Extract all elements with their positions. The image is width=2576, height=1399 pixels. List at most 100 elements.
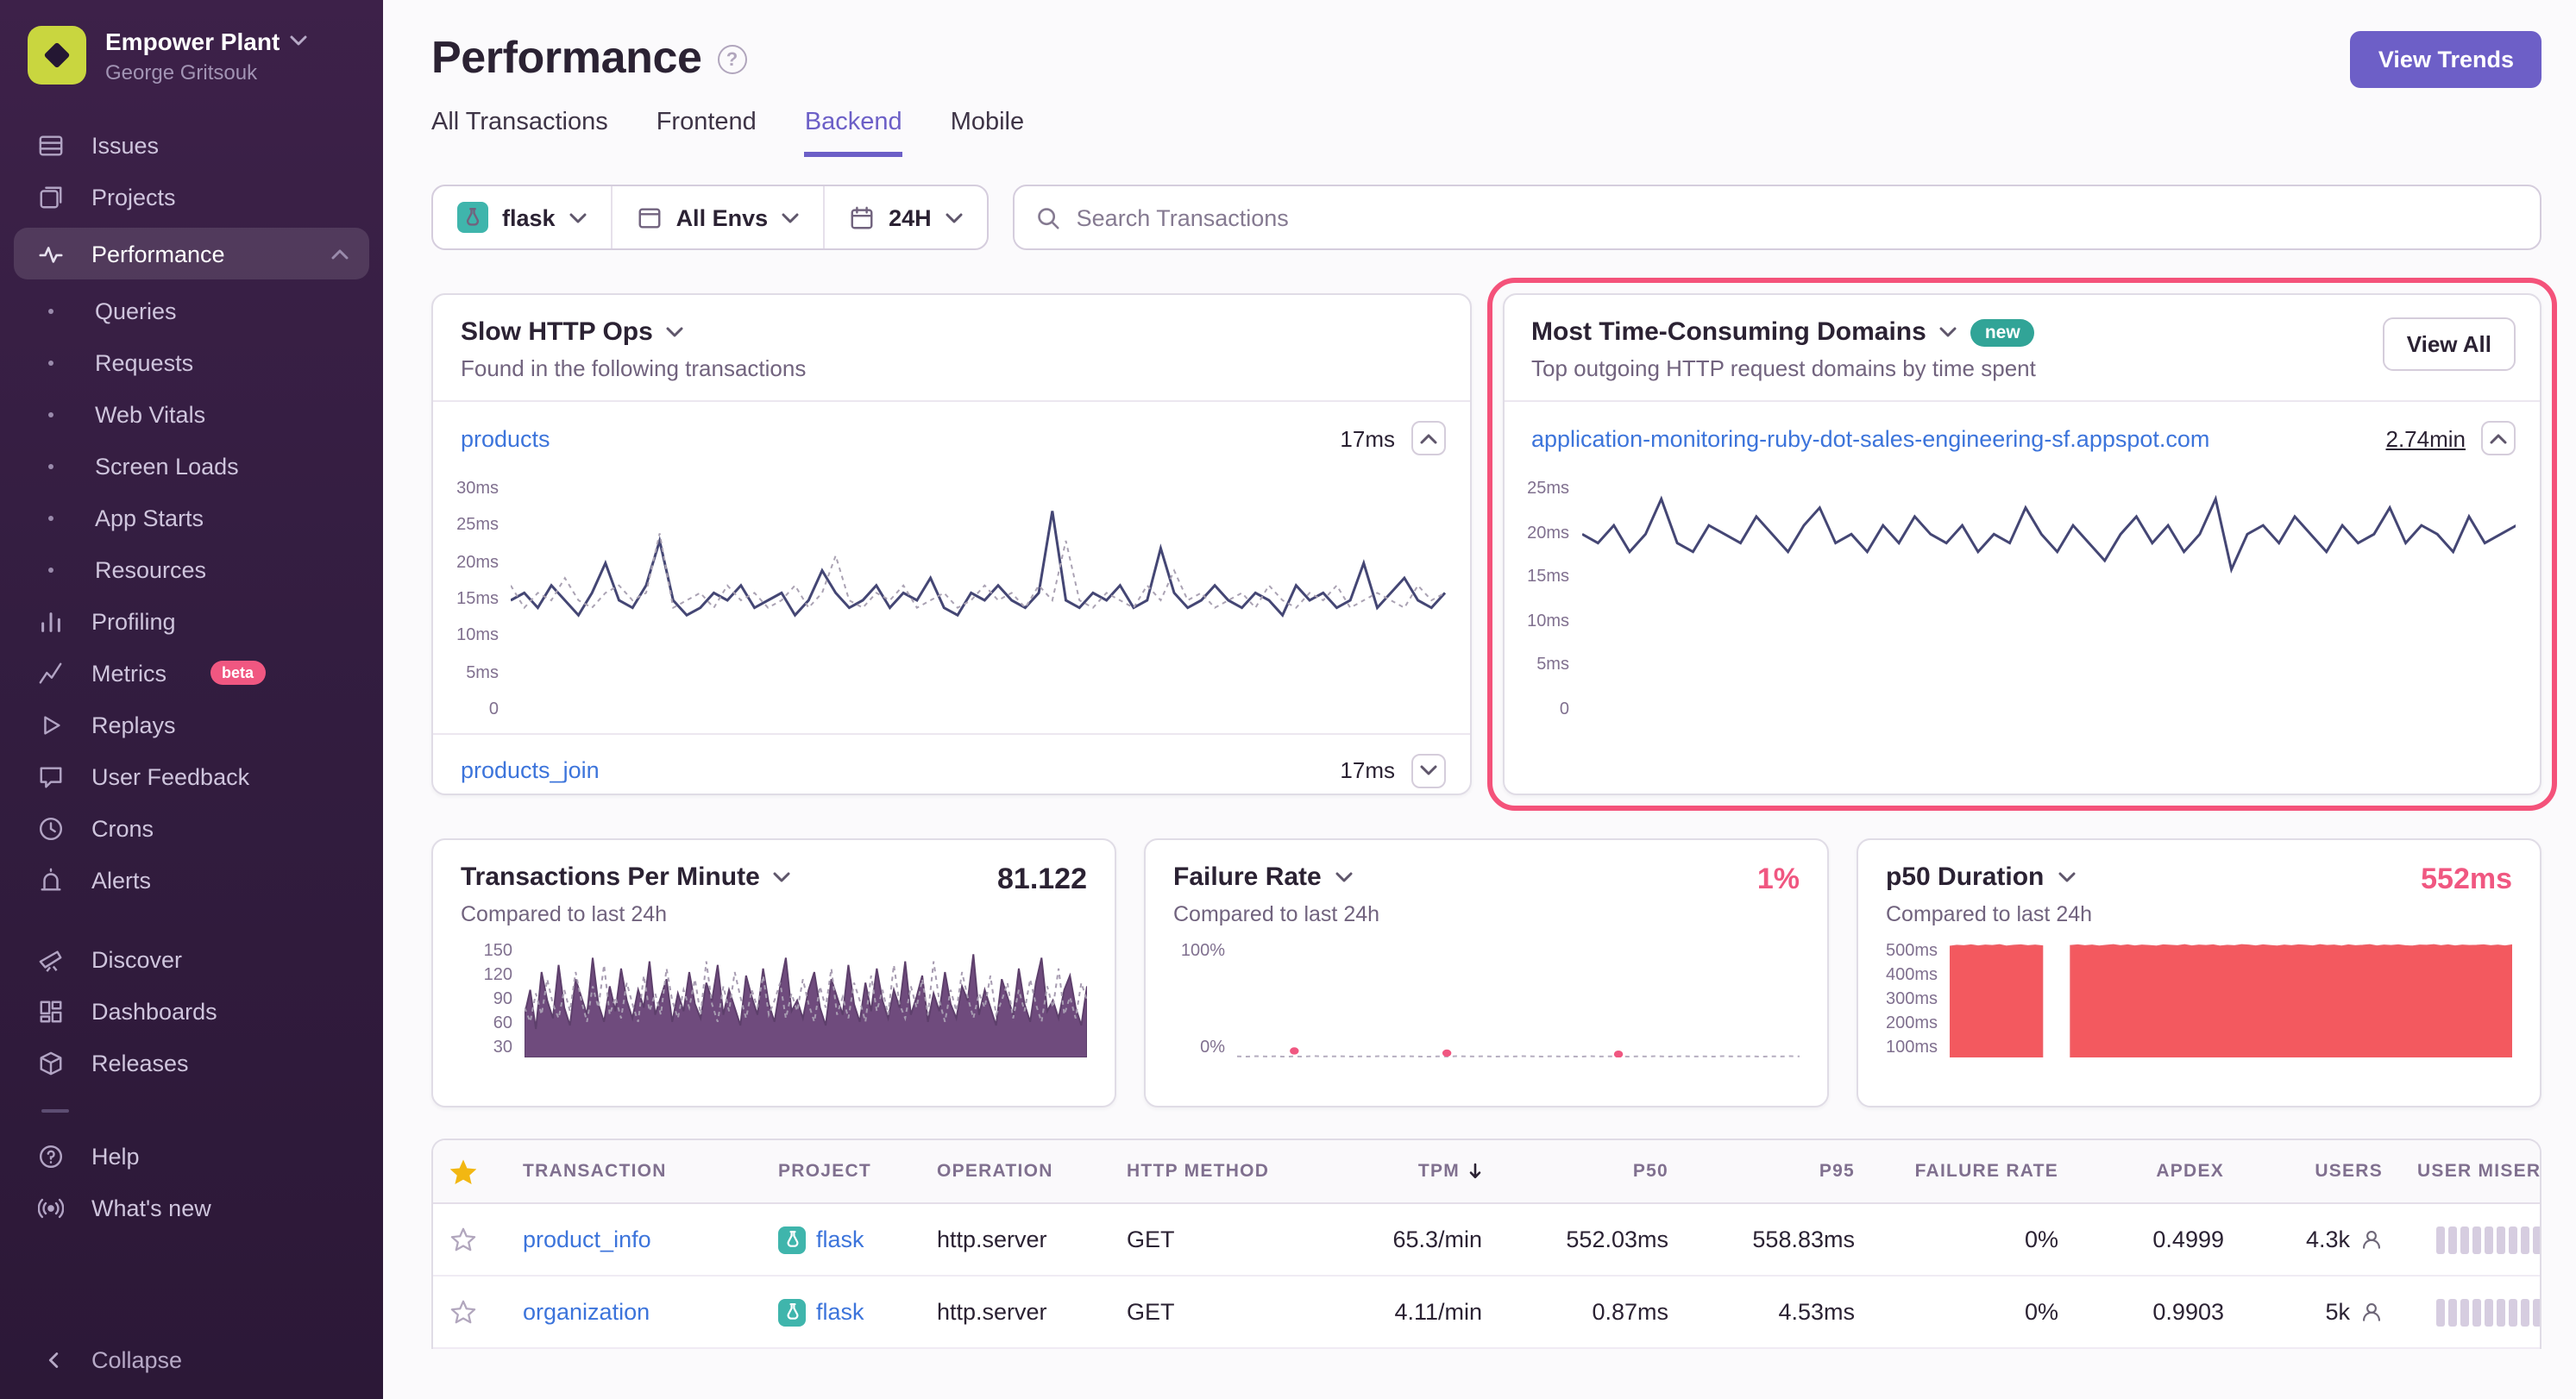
sidebar-item-alerts[interactable]: Alerts (0, 854, 383, 906)
col-header-operation[interactable]: Operation (920, 1140, 1109, 1204)
transaction-link-products[interactable]: products (461, 425, 550, 451)
page-title: Performance (431, 31, 702, 85)
widget-title: Slow HTTP Ops (461, 317, 653, 347)
app-root: Empower Plant George Gritsouk Issues Pro… (0, 0, 2576, 1399)
sidebar-item-screen-loads[interactable]: Screen Loads (0, 440, 383, 492)
metric-value: 81.122 (997, 863, 1087, 897)
chevron-down-icon (782, 211, 799, 223)
project-link[interactable]: flask (816, 1299, 864, 1325)
sidebar-item-whats-new[interactable]: What's new (0, 1182, 383, 1233)
cell-users: 4.3k (2241, 1204, 2400, 1277)
tab-frontend[interactable]: Frontend (657, 109, 757, 157)
collapse-row-button[interactable] (1411, 421, 1445, 455)
col-header-transaction[interactable]: Transaction (506, 1140, 761, 1204)
tab-backend[interactable]: Backend (805, 109, 902, 157)
environment-filter-dropdown[interactable]: All Envs (613, 186, 826, 248)
expand-row-button[interactable] (1411, 753, 1445, 787)
duration-value[interactable]: 2.74min (2386, 425, 2466, 451)
view-all-button[interactable]: View All (2383, 317, 2516, 371)
search-input[interactable] (1077, 204, 2519, 230)
sidebar-subitem-label: Queries (95, 298, 177, 323)
col-header-apdex[interactable]: Apdex (2076, 1140, 2241, 1204)
sidebar-item-dashboards[interactable]: Dashboards (0, 985, 383, 1037)
help-icon (38, 1143, 64, 1169)
sidebar-item-metrics[interactable]: Metrics beta (0, 647, 383, 699)
sidebar-item-label: What's new (91, 1195, 211, 1220)
sidebar-collapse-button[interactable]: Collapse (0, 1320, 383, 1399)
cell-p50: 552.03ms (1499, 1204, 1686, 1277)
sidebar-item-label: Performance (91, 241, 225, 267)
transaction-link-products-join[interactable]: products_join (461, 757, 600, 783)
sidebar-item-web-vitals[interactable]: Web Vitals (0, 388, 383, 440)
profiling-icon (38, 608, 64, 634)
domain-link[interactable]: application-monitoring-ruby-dot-sales-en… (1531, 425, 2209, 451)
sidebar-item-resources[interactable]: Resources (0, 543, 383, 595)
collapse-row-button[interactable] (2481, 421, 2516, 455)
transactions-table: Transaction Project Operation HTTP Metho… (431, 1139, 2541, 1349)
widget-title-dropdown[interactable]: Slow HTTP Ops (461, 317, 1445, 347)
sidebar-item-issues[interactable]: Issues (0, 119, 383, 171)
col-header-http-method[interactable]: HTTP Method (1109, 1140, 1313, 1204)
col-header-failure-rate[interactable]: Failure Rate (1872, 1140, 2076, 1204)
tab-all-transactions[interactable]: All Transactions (431, 109, 608, 157)
star-toggle[interactable] (433, 1277, 506, 1349)
search-transactions-field[interactable] (1013, 185, 2541, 250)
flask-project-icon (457, 202, 488, 233)
metrics-icon (38, 660, 64, 686)
sidebar-item-projects[interactable]: Projects (0, 171, 383, 223)
widget-subtitle: Top outgoing HTTP request domains by tim… (1531, 355, 2383, 381)
sidebar-item-user-feedback[interactable]: User Feedback (0, 750, 383, 802)
cell-operation: http.server (920, 1204, 1109, 1277)
org-switcher[interactable]: Empower Plant George Gritsouk (0, 0, 383, 109)
cell-user-misery (2400, 1277, 2541, 1349)
col-header-tpm[interactable]: TPM (1313, 1140, 1499, 1204)
domains-chart: 25ms20ms15ms10ms5ms0 (1517, 481, 2516, 719)
cell-http-method: GET (1109, 1277, 1313, 1349)
sidebar-item-discover[interactable]: Discover (0, 933, 383, 985)
transaction-link[interactable]: organization (523, 1299, 650, 1325)
col-header-user-misery[interactable]: User Misery (2400, 1140, 2541, 1204)
sidebar-item-releases[interactable]: Releases (0, 1037, 383, 1088)
metric-title: Failure Rate (1173, 863, 1322, 892)
col-header-users[interactable]: Users (2241, 1140, 2400, 1204)
sidebar-item-label: Replays (91, 712, 176, 737)
time-range-dropdown[interactable]: 24H (825, 186, 987, 248)
star-toggle[interactable] (433, 1204, 506, 1277)
metric-title: p50 Duration (1886, 863, 2044, 892)
cell-p50: 0.87ms (1499, 1277, 1686, 1349)
failure-rate-chart: 100%0% (1173, 944, 1800, 1057)
sidebar-item-requests[interactable]: Requests (0, 336, 383, 388)
cell-transaction: product_info (506, 1204, 761, 1277)
replays-icon (38, 712, 64, 737)
sidebar-item-help[interactable]: Help (0, 1130, 383, 1182)
key-transactions-header[interactable] (433, 1140, 506, 1204)
col-header-p95[interactable]: P95 (1686, 1140, 1872, 1204)
sidebar-item-performance[interactable]: Performance (14, 228, 369, 279)
sidebar-item-replays[interactable]: Replays (0, 699, 383, 750)
sidebar-item-profiling[interactable]: Profiling (0, 595, 383, 647)
sidebar-item-app-starts[interactable]: App Starts (0, 492, 383, 543)
metric-title-dropdown[interactable]: Failure Rate (1173, 863, 1353, 892)
filter-group: flask All Envs 24H (431, 185, 989, 250)
chevron-down-icon (1335, 871, 1353, 883)
environment-filter-value: All Envs (676, 204, 769, 230)
sidebar-item-queries[interactable]: Queries (0, 285, 383, 336)
widget-title-dropdown[interactable]: Most Time-Consuming Domains new (1531, 317, 2383, 347)
user-icon (2360, 1301, 2383, 1323)
broadcast-icon (38, 1195, 64, 1220)
help-question-icon[interactable]: ? (718, 45, 747, 74)
col-header-p50[interactable]: P50 (1499, 1140, 1686, 1204)
project-link[interactable]: flask (816, 1226, 864, 1252)
project-filter-dropdown[interactable]: flask (433, 186, 613, 248)
calendar-icon (849, 204, 875, 230)
transaction-link[interactable]: product_info (523, 1226, 651, 1252)
sidebar-item-crons[interactable]: Crons (0, 802, 383, 854)
metric-title-dropdown[interactable]: Transactions Per Minute (461, 863, 791, 892)
metric-title-dropdown[interactable]: p50 Duration (1886, 863, 2075, 892)
view-trends-button[interactable]: View Trends (2351, 31, 2541, 88)
feedback-icon (38, 763, 64, 789)
tab-mobile[interactable]: Mobile (951, 109, 1024, 157)
tpm-chart: 150120906030 (461, 944, 1087, 1057)
col-header-project[interactable]: Project (761, 1140, 920, 1204)
bullet-icon (48, 411, 53, 417)
